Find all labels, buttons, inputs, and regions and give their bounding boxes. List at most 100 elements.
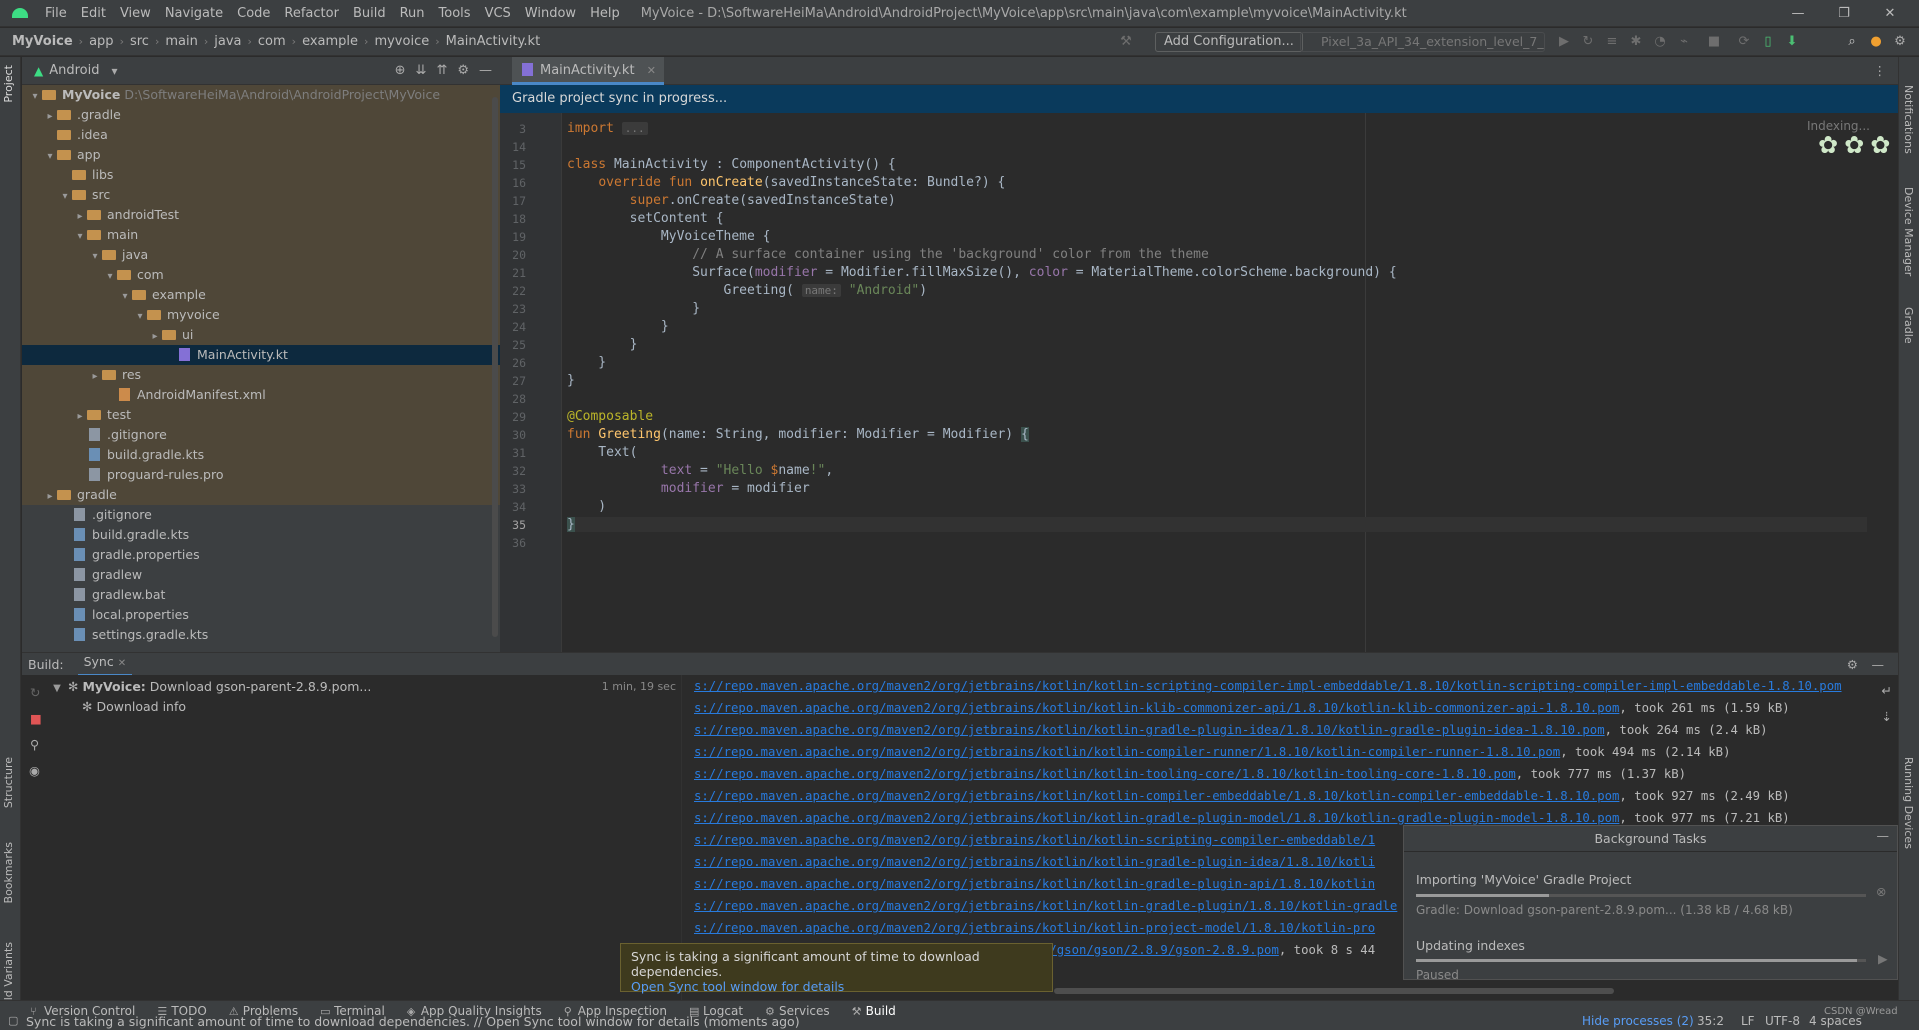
resume-task-icon[interactable]: ▶ xyxy=(1878,951,1888,966)
tree-item[interactable]: .gitignore xyxy=(22,425,500,445)
minimize-icon[interactable]: — xyxy=(1775,0,1821,27)
chevron-right-icon[interactable]: ▸ xyxy=(43,487,57,507)
tab-project[interactable]: Project xyxy=(2,65,15,103)
updates-icon[interactable]: ● xyxy=(1868,34,1884,50)
profile-icon[interactable]: ◔ xyxy=(1652,34,1668,50)
project-scrollbar[interactable] xyxy=(492,97,498,637)
log-url-link[interactable]: s://repo.maven.apache.org/maven2/org/jet… xyxy=(694,745,1560,759)
log-url-link[interactable]: s://repo.maven.apache.org/maven2/org/jet… xyxy=(694,877,1375,891)
tree-item[interactable]: ▾ src xyxy=(22,185,500,205)
soft-wrap-icon[interactable]: ↵ xyxy=(1882,683,1892,698)
tab-bookmarks[interactable]: Bookmarks xyxy=(2,842,15,903)
breadcrumb-item[interactable]: com xyxy=(258,34,286,49)
apply-changes-icon[interactable]: ≡ xyxy=(1604,34,1620,50)
search-icon[interactable]: ⌕ xyxy=(1844,34,1860,50)
breadcrumb-item[interactable]: java xyxy=(214,34,241,49)
pin-icon[interactable]: ⚲ xyxy=(30,737,39,752)
chevron-right-icon[interactable]: ▸ xyxy=(73,407,87,427)
hammer-icon[interactable]: ⚒ xyxy=(1118,34,1134,50)
code-editor[interactable]: 3 14 15 16 17 18 19 20 21 22 23 24 25 26 27 28 29 30 31 32 3… xyxy=(500,113,1898,652)
tab-device-manager[interactable]: Device Manager xyxy=(1902,187,1915,276)
device-selector[interactable]: Pixel_3a_API_34_extension_level_7_x86_64 xyxy=(1300,32,1545,52)
tree-item[interactable]: local.properties xyxy=(22,605,500,625)
stop-icon[interactable]: ■ xyxy=(1706,34,1722,50)
menu-build[interactable]: Build xyxy=(346,0,393,27)
chevron-down-icon[interactable]: ▾ xyxy=(133,307,147,327)
chevron-down-icon[interactable]: ▾ xyxy=(88,247,102,267)
caret-position[interactable]: 35:2 xyxy=(1697,1014,1724,1028)
tab-notifications[interactable]: Notifications xyxy=(1902,85,1915,154)
scrollbar-thumb[interactable] xyxy=(1054,988,1614,994)
hide-panel-icon[interactable]: — xyxy=(479,63,492,78)
breadcrumb-item[interactable]: main xyxy=(165,34,197,49)
chevron-right-icon[interactable]: ▸ xyxy=(73,207,87,227)
log-url-link[interactable]: s://repo.maven.apache.org/maven2/org/jet… xyxy=(694,767,1516,781)
debug-icon[interactable]: ✱ xyxy=(1628,34,1644,50)
rerun-icon[interactable]: ↻ xyxy=(30,685,40,700)
file-encoding[interactable]: UTF-8 xyxy=(1765,1014,1800,1028)
hide-processes-link[interactable]: Hide processes (2) xyxy=(1582,1014,1694,1028)
chevron-down-icon[interactable]: ▾ xyxy=(73,227,87,247)
tree-item[interactable]: ▾ example xyxy=(22,285,500,305)
tab-sync[interactable]: Sync ✕ xyxy=(77,652,133,676)
breadcrumb-item[interactable]: src xyxy=(130,34,149,49)
tree-item[interactable]: libs xyxy=(22,165,500,185)
tree-item[interactable]: ▸ ui xyxy=(22,325,500,345)
tab-build[interactable]: ⚒ Build xyxy=(852,1004,896,1018)
tab-gradle[interactable]: Gradle xyxy=(1902,307,1915,344)
log-url-link[interactable]: s://repo.maven.apache.org/maven2/org/jet… xyxy=(694,855,1375,869)
tree-item[interactable]: ▾ com xyxy=(22,265,500,285)
chevron-down-icon[interactable]: ▾ xyxy=(28,87,42,107)
scroll-to-end-icon[interactable]: ⇣ xyxy=(1882,709,1892,724)
tree-item[interactable]: gradlew xyxy=(22,565,500,585)
run-icon[interactable]: ▶ xyxy=(1556,34,1572,50)
breadcrumb-item[interactable]: example xyxy=(302,34,358,49)
tab-running-devices[interactable]: Running Devices xyxy=(1902,757,1915,849)
rerun-icon[interactable]: ↻ xyxy=(1580,34,1596,50)
collapse-all-icon[interactable]: ⇈ xyxy=(436,63,447,78)
close-tab-icon[interactable]: ✕ xyxy=(118,658,126,669)
chevron-down-icon[interactable]: ▾ xyxy=(43,147,57,167)
breadcrumb-item[interactable]: app xyxy=(89,34,113,49)
sync-gradle-icon[interactable]: ⟳ xyxy=(1736,34,1752,50)
stop-icon[interactable]: ■ xyxy=(30,711,42,726)
log-url-link[interactable]: s://repo.maven.apache.org/maven2/org/jet… xyxy=(694,789,1619,803)
tree-item[interactable]: ▾ java xyxy=(22,245,500,265)
tree-item[interactable]: build.gradle.kts xyxy=(22,525,500,545)
menu-run[interactable]: Run xyxy=(393,0,432,27)
tree-item[interactable]: gradlew.bat xyxy=(22,585,500,605)
gear-icon[interactable]: ⚙ xyxy=(1847,657,1858,672)
breadcrumb-item[interactable]: MyVoice xyxy=(12,34,73,49)
open-sync-link[interactable]: Open Sync tool window for details xyxy=(631,979,1042,994)
settings-gear-icon[interactable]: ⚙ xyxy=(1892,34,1908,50)
tree-item[interactable]: ▸ res xyxy=(22,365,500,385)
tree-item[interactable]: ▾ MyVoice D:\SoftwareHeiMa\Android\Android… xyxy=(22,85,500,105)
tree-item[interactable]: ▸ .gradle xyxy=(22,105,500,125)
log-url-link[interactable]: s://repo.maven.apache.org/maven2/org/jet… xyxy=(694,833,1375,847)
chevron-right-icon[interactable]: ▸ xyxy=(148,327,162,347)
log-url-link[interactable]: s://repo.maven.apache.org/maven2/org/jet… xyxy=(694,723,1605,737)
tree-item[interactable]: ▸ androidTest xyxy=(22,205,500,225)
cancel-task-icon[interactable]: ⊗ xyxy=(1876,884,1886,899)
chevron-down-icon[interactable]: ▾ xyxy=(58,187,72,207)
build-tree-child[interactable]: ✻ Download info xyxy=(82,697,186,717)
menu-window[interactable]: Window xyxy=(518,0,583,27)
line-separator[interactable]: LF xyxy=(1741,1014,1755,1028)
locate-file-icon[interactable]: ⊕ xyxy=(395,63,406,78)
chevron-right-icon[interactable]: ▸ xyxy=(88,367,102,387)
tree-item[interactable]: gradle.properties xyxy=(22,545,500,565)
chevron-right-icon[interactable]: ▸ xyxy=(43,107,57,127)
chevron-down-icon[interactable]: ▼ xyxy=(50,679,64,699)
tree-item[interactable]: build.gradle.kts xyxy=(22,445,500,465)
tree-item[interactable]: MainActivity.kt xyxy=(22,345,500,365)
menu-help[interactable]: Help xyxy=(583,0,627,27)
sdk-manager-icon[interactable]: ⬇ xyxy=(1784,34,1800,50)
menu-file[interactable]: File xyxy=(38,0,74,27)
attach-debugger-icon[interactable]: ⌁ xyxy=(1676,34,1692,50)
log-url-link[interactable]: s://repo.maven.apache.org/maven2/org/jet… xyxy=(694,921,1375,935)
status-message[interactable]: Sync is taking a significant amount of t… xyxy=(26,1014,800,1029)
chevron-down-icon[interactable]: ▾ xyxy=(118,287,132,307)
log-url-link[interactable]: s://repo.maven.apache.org/maven2/org/jet… xyxy=(694,701,1619,715)
tree-item[interactable]: AndroidManifest.xml xyxy=(22,385,500,405)
tab-structure[interactable]: Structure xyxy=(2,757,15,808)
